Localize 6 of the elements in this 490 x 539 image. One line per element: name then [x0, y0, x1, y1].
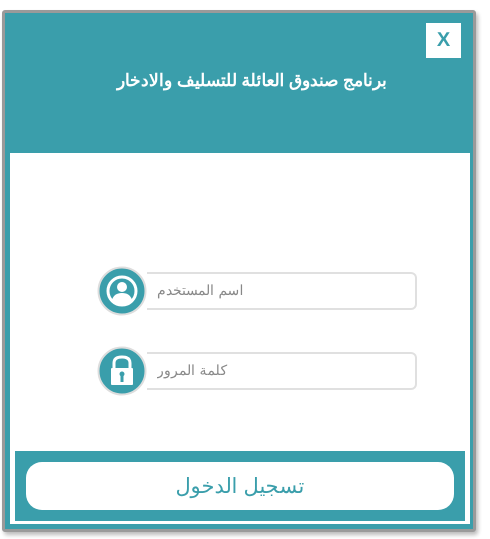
window-title: برنامج صندوق العائلة للتسليف والادخار	[115, 70, 388, 91]
input-field[interactable]: اسم المستخدم	[147, 272, 417, 310]
close-button[interactable]: X	[426, 23, 461, 58]
login-button[interactable]: تسجيل الدخول	[26, 462, 454, 510]
lock-icon	[97, 346, 147, 396]
user-icon	[97, 266, 147, 316]
